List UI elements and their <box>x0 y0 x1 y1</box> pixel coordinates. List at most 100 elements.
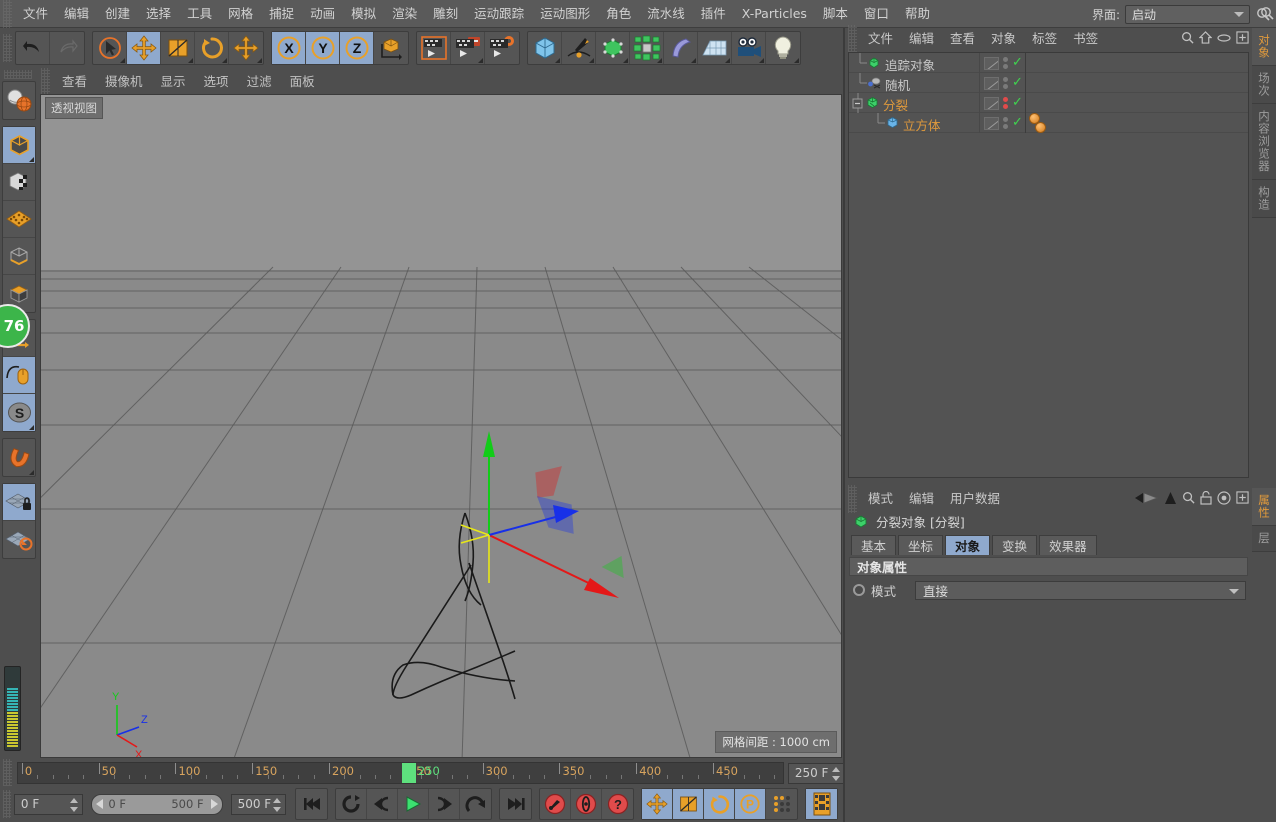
world-object-coord[interactable] <box>374 32 408 64</box>
pla-key-button[interactable] <box>766 789 797 819</box>
lock-icon[interactable] <box>1200 490 1212 508</box>
go-to-end-button[interactable] <box>500 789 531 819</box>
menu-item-雕刻[interactable]: 雕刻 <box>425 0 466 28</box>
y-axis-lock[interactable]: Y <box>306 32 340 64</box>
viewport-menu-查看[interactable]: 查看 <box>53 70 96 94</box>
render-view-button[interactable] <box>417 32 451 64</box>
editor-visibility-dot[interactable] <box>1003 57 1008 62</box>
live-selection-tool[interactable] <box>93 32 127 64</box>
attr-menu-item-用户数据[interactable]: 用户数据 <box>942 488 1008 510</box>
render-visibility-dot[interactable] <box>1003 104 1008 109</box>
points-mode-button[interactable] <box>3 201 35 238</box>
plus-box-icon[interactable] <box>1236 491 1249 507</box>
vtab-内容浏览器[interactable]: 内容浏览器 <box>1252 104 1276 180</box>
ellipse-icon[interactable] <box>1217 32 1231 46</box>
scale-tool[interactable] <box>161 32 195 64</box>
enable-checkmark[interactable]: ✓ <box>1012 96 1023 109</box>
redo-button[interactable] <box>50 32 84 64</box>
add-cube-button[interactable] <box>528 32 562 64</box>
vtab-对象[interactable]: 对象 <box>1252 28 1276 66</box>
om-menu-item-标签[interactable]: 标签 <box>1024 28 1065 50</box>
undo-view-button[interactable] <box>3 82 35 119</box>
menu-item-脚本[interactable]: 脚本 <box>815 0 856 28</box>
step-back-button[interactable] <box>367 789 398 819</box>
menu-item-动画[interactable]: 动画 <box>302 0 343 28</box>
menu-item-编辑[interactable]: 编辑 <box>56 0 97 28</box>
visibility-dots[interactable] <box>1003 57 1008 69</box>
om-menu-item-查看[interactable]: 查看 <box>942 28 983 50</box>
soft-selection-button[interactable]: S <box>3 394 35 431</box>
attributes-tabs[interactable]: 基本 坐标 对象 变换 效果器 <box>845 532 1252 555</box>
animation-layer-button[interactable] <box>806 789 837 819</box>
menu-item-创建[interactable]: 创建 <box>97 0 138 28</box>
move-tool[interactable] <box>127 32 161 64</box>
menu-item-选择[interactable]: 选择 <box>138 0 179 28</box>
interface-select[interactable]: 启动 <box>1125 4 1250 24</box>
menu-item-窗口[interactable]: 窗口 <box>856 0 897 28</box>
play-forward-button[interactable] <box>460 789 491 819</box>
editor-visibility-dot[interactable] <box>1003 77 1008 82</box>
start-frame-field[interactable]: 0 F <box>13 793 84 815</box>
spinner-icon[interactable] <box>70 797 79 812</box>
range-right-arrow-icon[interactable] <box>210 799 218 809</box>
visibility-dots[interactable] <box>1003 117 1008 129</box>
light-button[interactable] <box>766 32 800 64</box>
menu-item-插件[interactable]: 插件 <box>693 0 734 28</box>
search-icon[interactable] <box>1182 491 1195 507</box>
viewport-menu-摄像机[interactable]: 摄像机 <box>96 70 152 94</box>
tree-expander[interactable] <box>851 93 865 113</box>
z-axis-lock[interactable]: Z <box>340 32 374 64</box>
render-visibility-dot[interactable] <box>1003 84 1008 89</box>
om-menu-item-编辑[interactable]: 编辑 <box>901 28 942 50</box>
scale-key-button[interactable] <box>673 789 704 819</box>
up-arrow-icon[interactable] <box>1164 491 1177 508</box>
vtab-层[interactable]: 层 <box>1252 526 1276 552</box>
vtab-场次[interactable]: 场次 <box>1252 66 1276 104</box>
snap-magnet-button[interactable] <box>3 439 35 476</box>
x-axis-lock[interactable]: X <box>272 32 306 64</box>
tree-expander[interactable] <box>871 113 885 133</box>
layer-swatch[interactable] <box>984 76 999 90</box>
viewport-menu-显示[interactable]: 显示 <box>152 70 195 94</box>
spinner-icon[interactable] <box>273 797 281 812</box>
object-row[interactable]: 随机 ✓ <box>849 73 1248 93</box>
step-forward-button[interactable] <box>429 789 460 819</box>
array-button[interactable] <box>630 32 664 64</box>
viewport-menu-过滤[interactable]: 过滤 <box>238 70 281 94</box>
search-icon[interactable] <box>1181 31 1194 47</box>
home-icon[interactable] <box>1198 31 1213 47</box>
menu-item-帮助[interactable]: 帮助 <box>897 0 938 28</box>
toolbar-grip[interactable] <box>3 34 12 62</box>
menu-item-网格[interactable]: 网格 <box>220 0 261 28</box>
menu-item-捕捉[interactable]: 捕捉 <box>261 0 302 28</box>
viewport-canvas[interactable]: 透视视图 网格间距 : 1000 cm Y Z X <box>40 94 842 758</box>
camera-button[interactable] <box>732 32 766 64</box>
enable-checkmark[interactable]: ✓ <box>1012 56 1023 69</box>
tree-expander[interactable] <box>853 73 867 93</box>
top-right-search-icon[interactable] <box>1260 6 1274 23</box>
current-frame-field[interactable]: 250 F <box>787 762 845 784</box>
object-row[interactable]: 追踪对象 ✓ <box>849 53 1248 73</box>
menu-item-工具[interactable]: 工具 <box>179 0 220 28</box>
tag-icon[interactable] <box>1035 122 1046 133</box>
model-mode-button[interactable] <box>3 127 35 164</box>
play-button[interactable] <box>398 789 429 819</box>
enable-checkmark[interactable]: ✓ <box>1012 76 1023 89</box>
range-left-arrow-icon[interactable] <box>96 799 104 809</box>
timeline-ruler[interactable]: 050100150200250300350400450500250 <box>16 762 784 784</box>
layer-swatch[interactable] <box>984 116 999 130</box>
lock-workplane-button[interactable] <box>3 484 35 521</box>
back-arrow-icon[interactable] <box>1133 491 1159 508</box>
transport-grip[interactable] <box>3 790 11 818</box>
viewport-menu-面板[interactable]: 面板 <box>281 70 324 94</box>
render-settings-button[interactable] <box>485 32 519 64</box>
position-key-button[interactable] <box>642 789 673 819</box>
menu-item-模拟[interactable]: 模拟 <box>343 0 384 28</box>
om-menu-item-书签[interactable]: 书签 <box>1065 28 1106 50</box>
spinner-icon[interactable] <box>831 766 840 781</box>
layer-swatch[interactable] <box>984 96 999 110</box>
workplane-rotate-button[interactable] <box>3 521 35 558</box>
attributes-tab-基本[interactable]: 基本 <box>851 535 897 555</box>
attributes-grip[interactable] <box>848 485 857 513</box>
rotation-key-button[interactable] <box>704 789 735 819</box>
